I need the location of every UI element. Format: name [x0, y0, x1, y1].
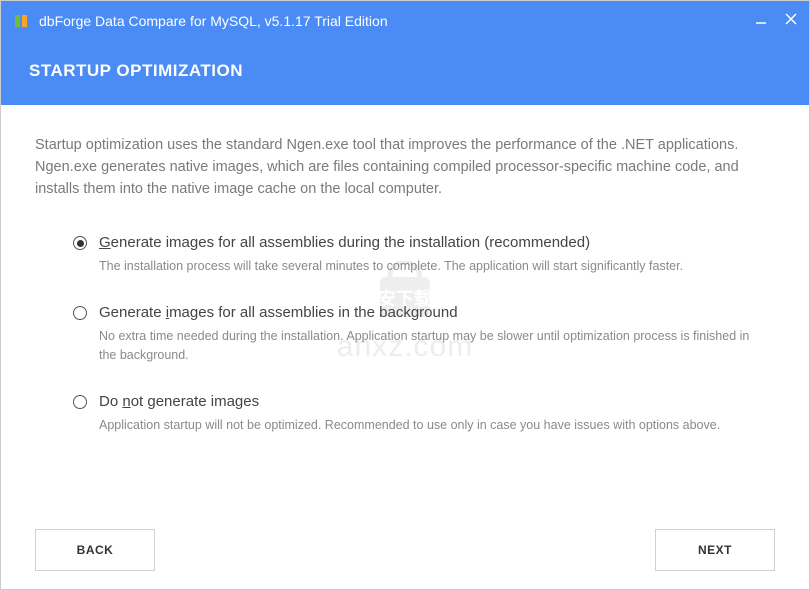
- option-description: The installation process will take sever…: [99, 257, 755, 276]
- radio-icon[interactable]: [73, 395, 87, 409]
- option-label[interactable]: Generate images for all assemblies durin…: [99, 234, 755, 251]
- minimize-icon[interactable]: [755, 12, 767, 30]
- option-description: No extra time needed during the installa…: [99, 327, 755, 365]
- option-generate-background[interactable]: Generate images for all assemblies in th…: [99, 304, 755, 365]
- option-label[interactable]: Do not generate images: [99, 393, 755, 410]
- footer: BACK NEXT: [1, 529, 809, 571]
- window-controls: [755, 12, 797, 30]
- option-label[interactable]: Generate images for all assemblies in th…: [99, 304, 755, 321]
- option-description: Application startup will not be optimize…: [99, 416, 755, 435]
- app-icon: [13, 13, 29, 29]
- next-button[interactable]: NEXT: [655, 529, 775, 571]
- page-header: STARTUP OPTIMIZATION: [1, 41, 809, 105]
- page-title: STARTUP OPTIMIZATION: [29, 61, 781, 81]
- intro-text: Startup optimization uses the standard N…: [35, 135, 775, 200]
- installer-window: dbForge Data Compare for MySQL, v5.1.17 …: [0, 0, 810, 590]
- radio-icon[interactable]: [73, 306, 87, 320]
- titlebar: dbForge Data Compare for MySQL, v5.1.17 …: [1, 1, 809, 41]
- options-group: Generate images for all assemblies durin…: [35, 234, 775, 434]
- window-title: dbForge Data Compare for MySQL, v5.1.17 …: [39, 13, 755, 29]
- close-icon[interactable]: [785, 12, 797, 30]
- radio-icon[interactable]: [73, 236, 87, 250]
- content-area: Startup optimization uses the standard N…: [1, 105, 809, 434]
- option-generate-during-install[interactable]: Generate images for all assemblies durin…: [99, 234, 755, 276]
- back-button[interactable]: BACK: [35, 529, 155, 571]
- option-do-not-generate[interactable]: Do not generate images Application start…: [99, 393, 755, 435]
